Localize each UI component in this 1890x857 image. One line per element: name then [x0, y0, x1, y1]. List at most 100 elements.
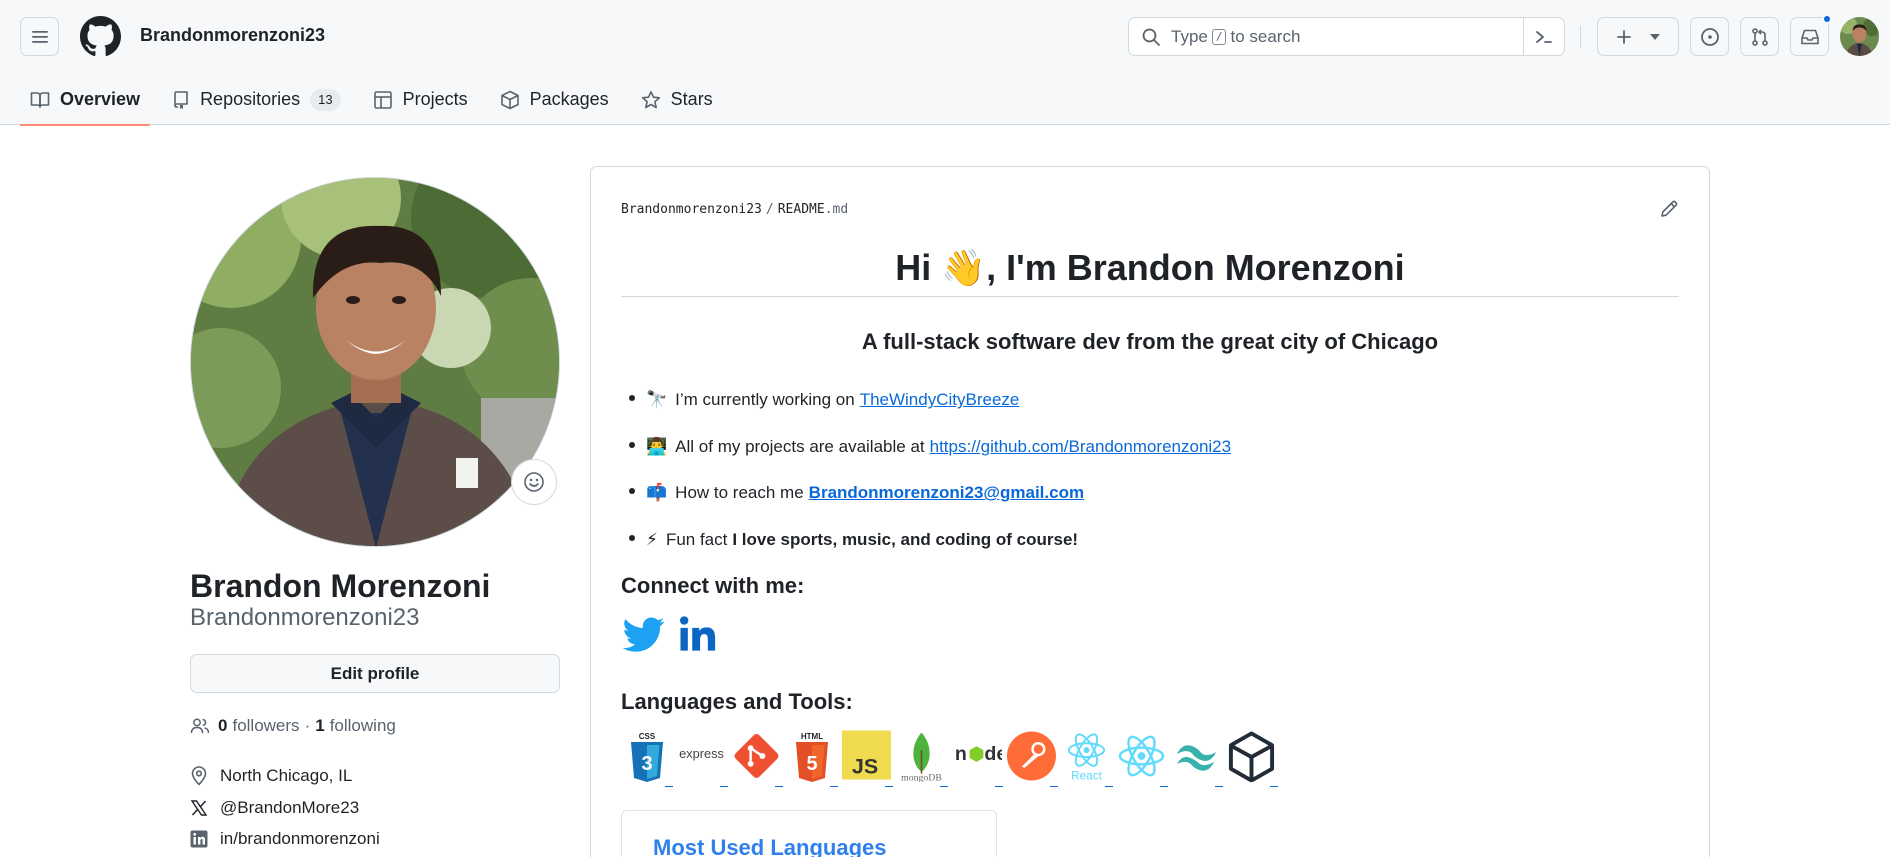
svg-text:5: 5	[806, 753, 817, 775]
profile-photo	[191, 178, 559, 546]
readme-title: Hi 👋, I'm Brandon Morenzoni	[895, 247, 1405, 288]
list-item: 📫 How to reach me Brandonmorenzoni23@gma…	[628, 470, 1231, 517]
list-item: ⚡ Fun fact I love sports, music, and cod…	[628, 517, 1231, 564]
list-item-text: I’m currently working on	[675, 390, 855, 410]
svg-text:express: express	[679, 746, 724, 761]
hamburger-menu-button[interactable]	[20, 17, 59, 56]
profile-location: North Chicago, IL	[190, 766, 352, 786]
issue-opened-icon	[1700, 27, 1719, 46]
issues-button[interactable]	[1690, 17, 1729, 56]
follow-separator: ·	[304, 716, 311, 735]
tab-packages[interactable]: Packages	[490, 74, 619, 125]
profile-tabs: Overview Repositories 13 Projects Packag…	[20, 74, 735, 126]
email-link[interactable]: Brandonmorenzoni23@gmail.com	[809, 483, 1084, 503]
project-link[interactable]: TheWindyCityBreeze	[860, 390, 1020, 410]
javascript-icon[interactable]: JS	[841, 730, 893, 787]
header-top-row: Brandonmorenzoni23 Type / to search	[0, 0, 1890, 74]
github-profile-link[interactable]: https://github.com/Brandonmorenzoni23	[930, 437, 1231, 457]
svg-text:CSS: CSS	[638, 732, 655, 741]
following-count: 1	[315, 716, 325, 735]
tab-overview[interactable]: Overview	[20, 74, 151, 126]
location-icon	[191, 766, 207, 786]
followers-label: followers	[232, 716, 300, 735]
twitter-bird-icon[interactable]	[623, 613, 665, 655]
edit-profile-button[interactable]: Edit profile	[190, 654, 560, 693]
hamburger-icon	[31, 30, 48, 43]
github-logo-icon[interactable]	[80, 16, 121, 57]
tab-projects-label: Projects	[402, 89, 468, 109]
tab-overview-label: Overview	[60, 89, 141, 109]
tab-stars[interactable]: Stars	[631, 74, 723, 125]
avatar-image	[1840, 17, 1879, 56]
postman-icon[interactable]	[1006, 730, 1058, 787]
readme-bullet-list: 🔭 I’m currently working on TheWindyCityB…	[628, 377, 1231, 564]
people-icon	[190, 718, 210, 734]
profile-linkedin: in/brandonmorenzoni	[190, 829, 380, 849]
readme-owner-link[interactable]: Brandonmorenzoni23	[621, 202, 762, 217]
tab-packages-label: Packages	[529, 89, 609, 109]
list-item: 👨‍💻 All of my projects are available at …	[628, 424, 1231, 471]
most-used-languages-card: Most Used Languages	[621, 810, 997, 857]
set-status-button[interactable]	[511, 459, 557, 505]
linkedin-icon	[190, 830, 208, 848]
list-item-text: Fun fact	[665, 529, 728, 549]
search-input[interactable]: Type / to search	[1128, 17, 1565, 56]
unity-icon[interactable]	[1226, 730, 1278, 787]
location-text: North Chicago, IL	[220, 766, 353, 785]
profile-avatar[interactable]	[190, 177, 560, 547]
svg-text:3: 3	[641, 753, 652, 775]
react-icon[interactable]: React	[1061, 730, 1113, 787]
pull-requests-button[interactable]	[1740, 17, 1779, 56]
user-menu-avatar[interactable]	[1840, 17, 1879, 56]
svg-text:HTML: HTML	[800, 732, 822, 741]
tab-repositories[interactable]: Repositories 13	[162, 74, 351, 125]
readme-file-name[interactable]: README	[778, 202, 825, 217]
profile-login: Brandonmorenzoni23	[190, 604, 420, 631]
profile-twitter: @BrandonMore23	[190, 798, 359, 818]
package-icon	[500, 90, 519, 109]
mongodb-icon[interactable]: mongoDB	[896, 730, 948, 787]
repo-icon	[174, 90, 188, 109]
notification-indicator	[1822, 14, 1832, 24]
twitter-handle-link[interactable]: @BrandonMore23	[220, 798, 359, 818]
tab-repositories-label: Repositories	[200, 89, 301, 109]
svg-text:n: n	[955, 743, 967, 765]
readme-title-divider	[621, 296, 1679, 297]
readme-subtitle: A full-stack software dev from the great…	[861, 329, 1439, 354]
search-suffix: to search	[1230, 26, 1301, 46]
profile-full-name: Brandon Morenzoni	[190, 568, 491, 604]
edit-readme-pencil-icon[interactable]	[1659, 199, 1679, 219]
inbox-button[interactable]	[1790, 14, 1832, 56]
triangle-down-icon	[1650, 33, 1660, 40]
svg-text:de: de	[984, 743, 1002, 765]
create-new-button[interactable]	[1597, 17, 1679, 56]
tailwind-icon[interactable]	[1171, 730, 1223, 787]
readme-file-ext: .md	[824, 202, 849, 217]
git-icon[interactable]	[731, 730, 783, 787]
following-link[interactable]: 1 following	[315, 716, 396, 736]
search-placeholder: Type / to search	[1171, 27, 1300, 47]
linkedin-link[interactable]: in/brandonmorenzoni	[220, 829, 380, 849]
followers-link[interactable]: 0 followers	[218, 716, 300, 736]
fun-fact-text: I love sports, music, and coding of cour…	[732, 529, 1079, 549]
connect-heading: Connect with me:	[621, 573, 805, 598]
list-item-text: All of my projects are available at	[675, 436, 925, 456]
book-icon	[30, 91, 50, 108]
lightning-icon: ⚡	[646, 529, 658, 549]
social-links	[623, 613, 719, 655]
react-native-icon[interactable]	[1116, 730, 1168, 787]
telescope-icon: 🔭	[646, 390, 668, 410]
smiley-icon	[524, 472, 544, 492]
html5-icon[interactable]: HTML 5	[786, 730, 838, 787]
readme-path: Brandonmorenzoni23/ README.md	[621, 202, 848, 217]
context-username[interactable]: Brandonmorenzoni23	[140, 25, 325, 46]
nodejs-icon[interactable]: nde	[951, 730, 1003, 787]
css3-icon[interactable]: CSS 3	[621, 730, 673, 787]
tab-projects[interactable]: Projects	[363, 74, 478, 125]
linkedin-logo-icon[interactable]	[677, 613, 719, 655]
express-icon[interactable]: express	[676, 730, 728, 787]
following-label: following	[329, 716, 396, 735]
svg-text:JS: JS	[852, 754, 878, 779]
command-palette-button[interactable]	[1523, 18, 1564, 55]
search-prefix: Type	[1171, 26, 1208, 46]
